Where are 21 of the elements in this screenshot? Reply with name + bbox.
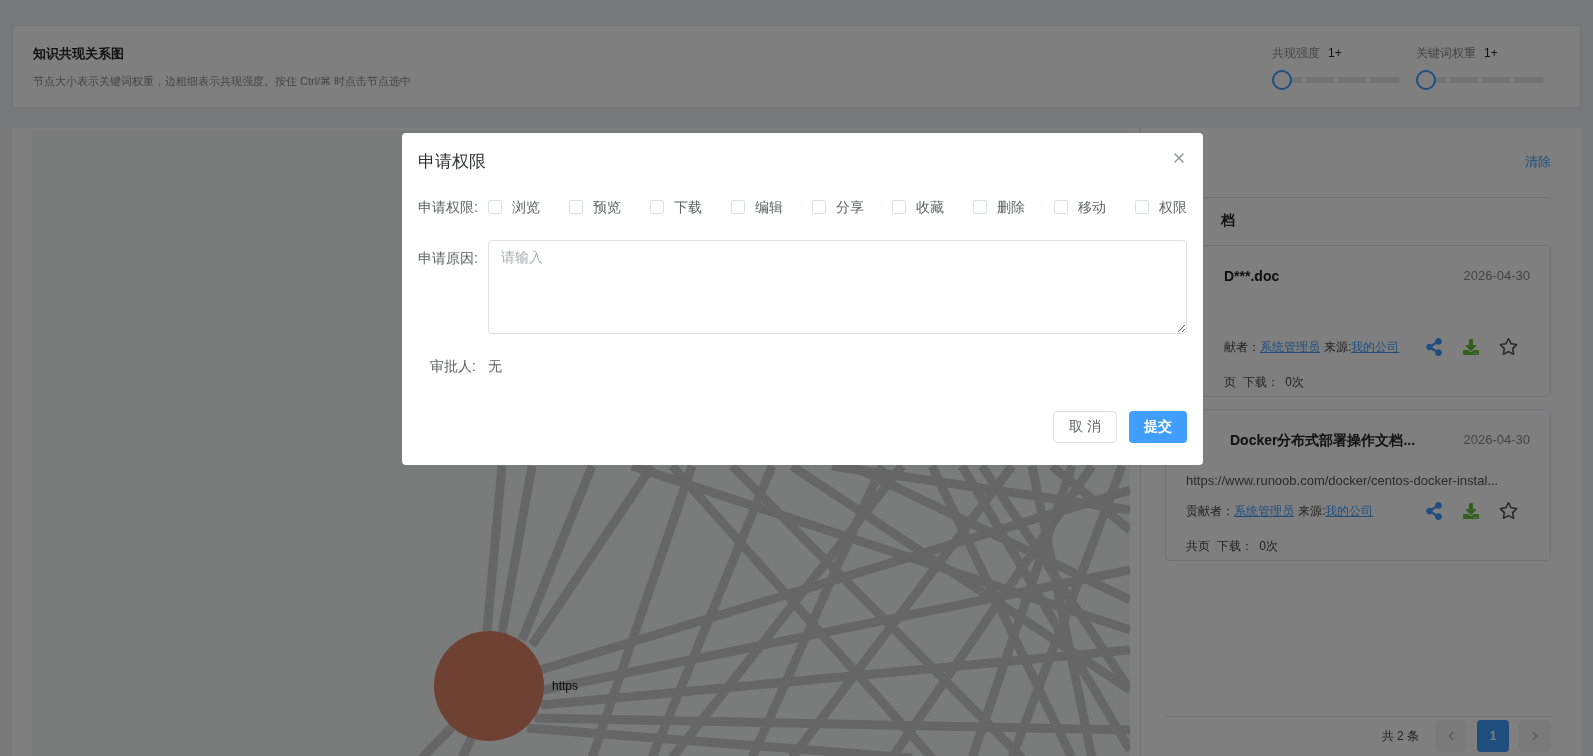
contributor-label: 贡献者： [1186, 502, 1234, 520]
contributor-label: 献者： [1224, 338, 1260, 356]
total-count: 共 2 条 [1381, 727, 1419, 745]
approver-value: 无 [488, 356, 502, 376]
document-date: 2026-04-30 [1463, 431, 1530, 450]
document-date: 2026-04-30 [1463, 267, 1530, 286]
field-label: 申请权限: [418, 197, 479, 217]
field-label: 申请原因: [418, 248, 479, 268]
section-title: 档 [1221, 210, 1236, 230]
slider-value: 1+ [1484, 44, 1498, 62]
document-stats: 共页 下载： 0次 [1186, 537, 1279, 555]
source-label: 来源: [1324, 338, 1352, 356]
page-title: 知识共现关系图 [33, 44, 125, 63]
slider-value: 1+ [1328, 44, 1342, 62]
document-stats: 页 下载： 0次 [1224, 373, 1305, 391]
source-label: 来源: [1298, 502, 1326, 520]
field-label: 审批人: [429, 356, 477, 376]
dialog-title: 申请权限 [418, 151, 486, 173]
document-url: https://www.runoob.com/docker/centos-docker-instal... [1186, 472, 1499, 490]
node-label: https [552, 679, 578, 693]
slider-label: 关键词权重 [1416, 44, 1476, 62]
